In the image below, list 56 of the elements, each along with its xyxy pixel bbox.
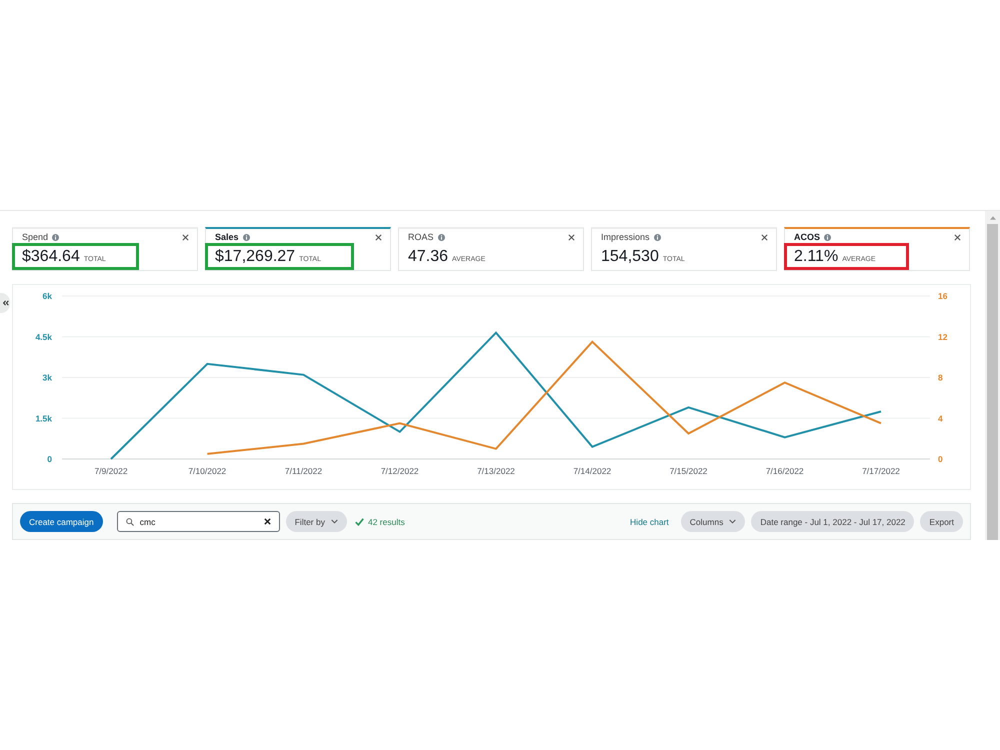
metric-title: Impressions	[601, 232, 650, 243]
date-label: 7/9/2022	[94, 466, 128, 476]
close-icon[interactable]	[568, 234, 575, 241]
metric-title: Sales	[215, 232, 239, 243]
double-chevron-left-icon	[2, 300, 8, 306]
results-count: 42 results	[368, 516, 405, 526]
info-icon[interactable]	[654, 234, 661, 241]
axis-label: 8	[938, 372, 943, 382]
axis-label: 4.5k	[35, 332, 52, 342]
check-icon	[354, 518, 364, 526]
metric-value: 2.11%	[794, 247, 838, 267]
metric-value: 47.36	[408, 247, 448, 267]
metric-title: ACOS	[794, 232, 820, 243]
axis-label: 4	[938, 413, 943, 424]
axis-label: 12	[938, 332, 948, 342]
hide-chart-link[interactable]: Hide chart	[630, 516, 669, 526]
scroll-up-arrow-icon[interactable]	[990, 216, 996, 220]
date-label: 7/11/2022	[284, 466, 322, 476]
axis-label: 0	[47, 454, 52, 464]
axis-label: 3k	[42, 372, 52, 382]
info-icon[interactable]	[52, 234, 60, 241]
axis-label: 1.5k	[35, 413, 52, 424]
search-field[interactable]: cmc	[116, 511, 280, 532]
date-label: 7/13/2022	[477, 466, 515, 476]
info-icon[interactable]	[438, 234, 445, 241]
date-label: 7/10/2022	[188, 466, 226, 476]
export-button[interactable]: Export	[920, 511, 963, 532]
create-campaign-button[interactable]: Create campaign	[20, 511, 103, 532]
metric-value: $17,269.27	[215, 247, 296, 267]
info-icon[interactable]	[242, 234, 250, 241]
close-icon[interactable]	[954, 234, 961, 241]
metric-value: 154,530	[601, 247, 659, 267]
date-label: 7/16/2022	[766, 466, 804, 476]
search-icon	[126, 518, 134, 526]
close-icon[interactable]	[761, 234, 768, 241]
metric-value: $364.64	[22, 247, 80, 267]
close-icon[interactable]	[182, 234, 189, 241]
scrollbar-track[interactable]	[985, 211, 1000, 540]
date-label: 7/14/2022	[573, 466, 612, 476]
date-label: 7/12/2022	[380, 466, 419, 476]
axis-label: 16	[938, 291, 948, 301]
info-icon[interactable]	[824, 234, 832, 241]
filter-by-button[interactable]: Filter by	[286, 511, 347, 532]
columns-button[interactable]: Columns	[680, 511, 746, 532]
metric-title: Spend	[22, 232, 48, 243]
date-label: 7/17/2022	[862, 466, 900, 476]
close-icon[interactable]	[375, 234, 382, 241]
chevron-down-icon	[330, 519, 338, 524]
axis-label: 6k	[42, 291, 52, 301]
chevron-down-icon	[729, 519, 736, 524]
scrollbar-thumb[interactable]	[987, 224, 998, 540]
metric-title: ROAS	[408, 232, 434, 243]
axis-label: 0	[938, 454, 943, 464]
date-range-button[interactable]: Date range - Jul 1, 2022 - Jul 17, 2022	[751, 511, 914, 532]
clear-icon[interactable]	[264, 518, 271, 525]
date-label: 7/15/2022	[670, 466, 708, 476]
